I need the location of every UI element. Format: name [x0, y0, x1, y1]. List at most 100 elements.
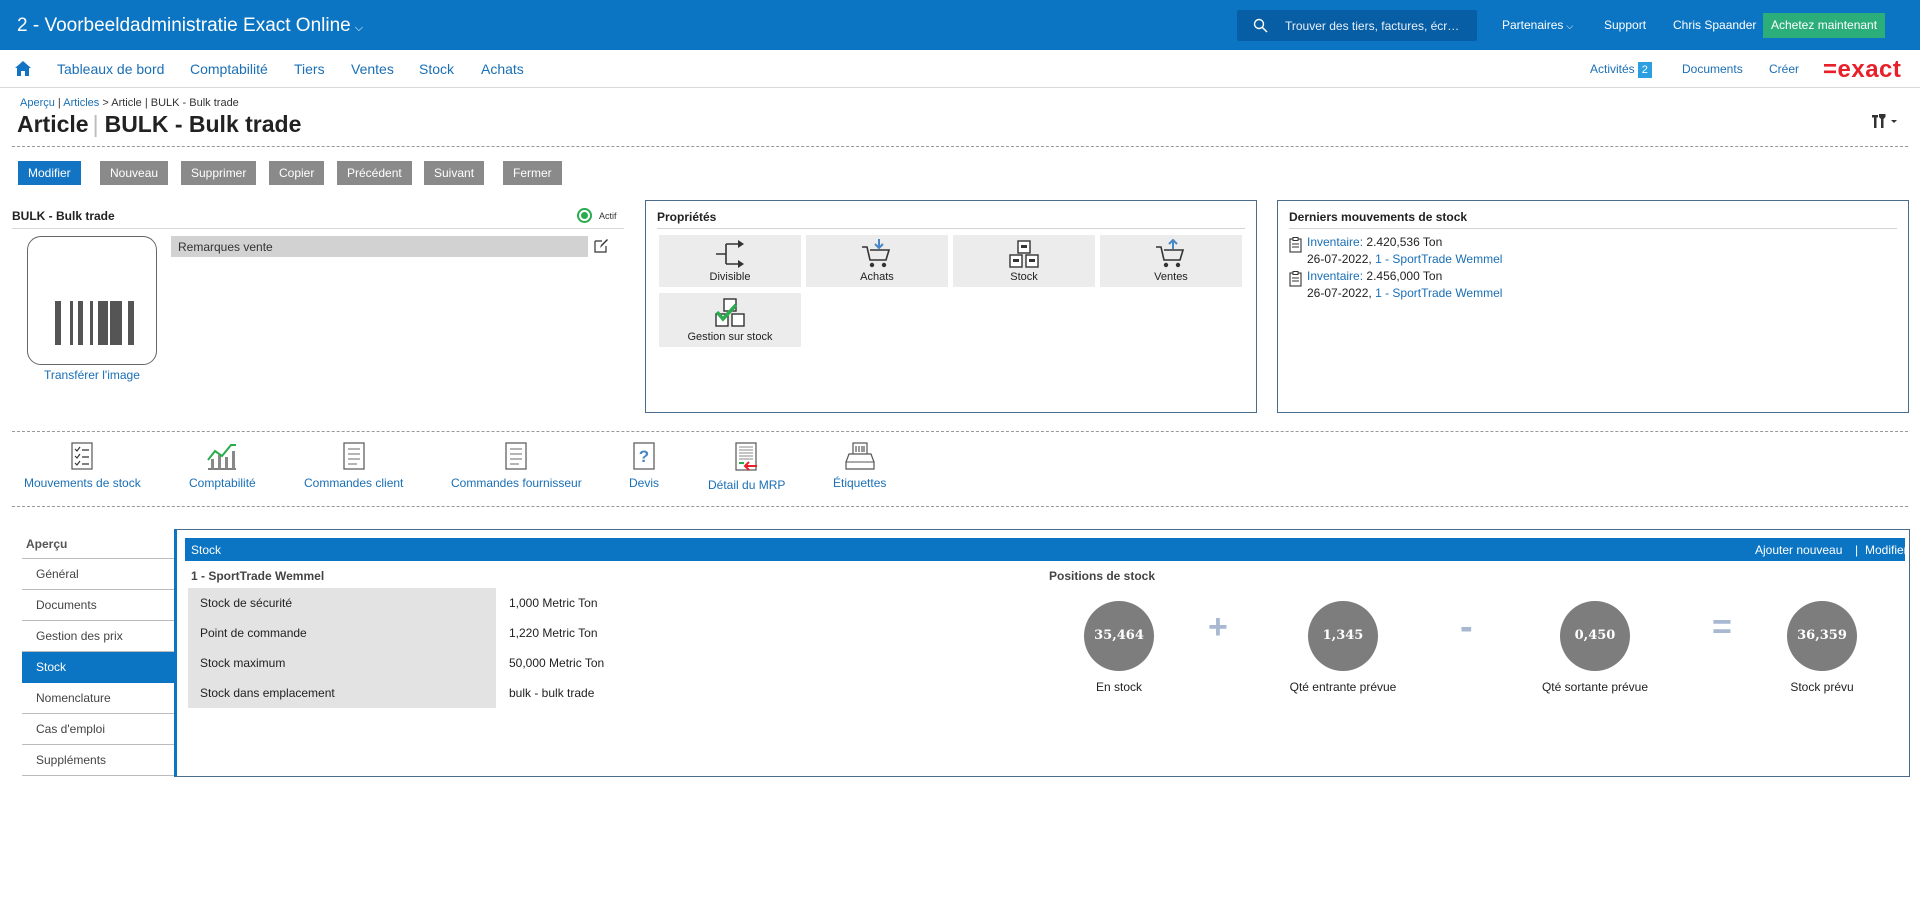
quicklink-purchase-orders[interactable]: Commandes fournisseur — [451, 442, 582, 490]
section-price-management[interactable]: Gestion des prix — [22, 621, 174, 652]
item-image[interactable] — [27, 236, 157, 365]
section-stock[interactable]: Stock — [22, 652, 174, 683]
edit-button[interactable]: Modifier — [18, 161, 81, 185]
property-sales[interactable]: Ventes — [1100, 235, 1242, 287]
printer-icon — [845, 442, 875, 470]
cart-out-icon — [1156, 239, 1185, 268]
boxes-icon — [1009, 240, 1039, 268]
quicklink-label: Comptabilité — [189, 476, 256, 490]
close-button[interactable]: Fermer — [503, 161, 562, 185]
previous-button[interactable]: Précédent — [337, 161, 412, 185]
checklist-icon — [71, 442, 93, 470]
movement-warehouse-link[interactable]: 1 - SportTrade Wemmel — [1375, 286, 1502, 300]
outgoing-circle: 0,450 — [1560, 601, 1630, 671]
edit-note-icon[interactable] — [593, 238, 609, 254]
status-label: Actif — [599, 211, 617, 221]
section-general[interactable]: Général — [22, 559, 174, 590]
property-stock-managed[interactable]: Gestion sur stock — [659, 293, 801, 347]
property-purchases[interactable]: Achats — [806, 235, 948, 287]
nav-accounting[interactable]: Comptabilité — [190, 61, 268, 77]
chart-trend-icon — [207, 444, 237, 470]
nav-dashboards[interactable]: Tableaux de bord — [57, 61, 164, 77]
quicklink-sales-orders[interactable]: Commandes client — [304, 442, 403, 490]
cart-in-icon — [862, 239, 891, 268]
movement-type-link[interactable]: Inventaire: — [1307, 269, 1363, 283]
property-stock[interactable]: Stock — [953, 235, 1095, 287]
quicklink-labels[interactable]: Étiquettes — [833, 442, 886, 490]
item-name: BULK - Bulk trade — [12, 209, 115, 223]
field-reorder-point-value: 1,220 Metric Ton — [509, 626, 598, 640]
breadcrumb-articles[interactable]: Articles — [63, 97, 99, 109]
administration-switcher[interactable]: 2 - Voorbeeldadministratie Exact Online ⌵ — [17, 15, 363, 37]
quicklink-quotes[interactable]: ? Devis — [629, 442, 659, 490]
movement-date: 26-07-2022, — [1307, 286, 1372, 300]
field-safety-stock-value: 1,000 Metric Ton — [509, 596, 598, 610]
property-label: Achats — [860, 271, 894, 283]
quicklink-stock-movements[interactable]: Mouvements de stock — [24, 442, 141, 490]
document-icon — [343, 442, 365, 470]
home-icon[interactable] — [14, 60, 32, 77]
in-stock-label: En stock — [1095, 680, 1143, 694]
page-title-prefix: Article — [17, 111, 89, 137]
nav-relations[interactable]: Tiers — [294, 61, 325, 77]
buy-now-button[interactable]: Achetez maintenant — [1763, 13, 1886, 38]
exact-logo: =exact — [1823, 56, 1902, 83]
nav-purchases[interactable]: Achats — [481, 61, 524, 77]
support-link[interactable]: Support — [1604, 18, 1646, 32]
add-new-button[interactable]: Ajouter nouveau — [1755, 543, 1842, 557]
clipboard-icon — [1289, 271, 1302, 287]
user-menu[interactable]: Chris Spaander — [1673, 18, 1756, 32]
field-location-link[interactable]: bulk - bulk trade — [509, 686, 594, 700]
quicklink-mrp-detail[interactable]: Détail du MRP — [708, 442, 785, 492]
partners-menu[interactable]: Partenaires ⌵ — [1502, 18, 1573, 32]
stock-check-icon — [715, 298, 745, 327]
question-document-icon: ? — [633, 442, 655, 470]
create-link[interactable]: Créer — [1769, 62, 1799, 76]
header-separator: | — [1855, 543, 1859, 557]
quicklink-label: Détail du MRP — [708, 478, 786, 492]
stock-panel: Stock Ajouter nouveau | Modifier 1 - Spo… — [174, 529, 1910, 777]
search-icon — [1253, 18, 1268, 33]
stock-edit-button[interactable]: Modifier — [1865, 543, 1908, 557]
stock-movements-panel: Derniers mouvements de stock Inventaire:… — [1277, 200, 1909, 413]
property-label: Gestion sur stock — [687, 331, 773, 343]
nav-sales[interactable]: Ventes — [351, 61, 394, 77]
section-where-used[interactable]: Cas d'emploi — [22, 714, 174, 745]
delete-button[interactable]: Supprimer — [181, 161, 257, 185]
stock-panel-header: Stock Ajouter nouveau | Modifier — [185, 538, 1908, 561]
quicklink-label: Commandes fournisseur — [451, 476, 582, 490]
section-bill-of-materials[interactable]: Nomenclature — [22, 683, 174, 714]
property-label: Ventes — [1154, 271, 1188, 283]
section-documents[interactable]: Documents — [22, 590, 174, 621]
activities-count-badge: 2 — [1637, 62, 1652, 78]
property-divisible[interactable]: Divisible — [659, 235, 801, 287]
breadcrumb-current: > Article | BULK - Bulk trade — [102, 97, 239, 109]
properties-panel: Propriétés Divisible Achats Stock Ventes… — [645, 200, 1257, 413]
quicklink-label: Commandes client — [304, 476, 404, 490]
movement-type-link[interactable]: Inventaire: — [1307, 235, 1363, 249]
copy-button[interactable]: Copier — [269, 161, 325, 185]
documents-link[interactable]: Documents — [1682, 62, 1743, 76]
activities-link[interactable]: Activités 2 — [1590, 62, 1652, 78]
clipboard-icon — [1289, 237, 1302, 253]
next-button[interactable]: Suivant — [424, 161, 485, 185]
main-nav: Tableaux de bord Comptabilité Tiers Vent… — [0, 50, 1920, 88]
global-search[interactable] — [1237, 10, 1477, 41]
search-input[interactable] — [1285, 17, 1470, 35]
property-label: Stock — [1010, 271, 1038, 283]
administration-title: 2 - Voorbeeldadministratie Exact Online — [17, 15, 351, 36]
divider — [657, 228, 1245, 229]
section-nav-header[interactable]: Aperçu — [22, 529, 174, 559]
new-button[interactable]: Nouveau — [100, 161, 169, 185]
section-extras[interactable]: Suppléments — [22, 745, 174, 776]
movement-warehouse-link[interactable]: 1 - SportTrade Wemmel — [1375, 252, 1502, 266]
tools-icon[interactable] — [1870, 112, 1900, 130]
sales-remarks-field[interactable]: Remarques vente — [171, 236, 588, 257]
equals-operator: = — [1712, 608, 1732, 646]
breadcrumb-overview[interactable]: Aperçu — [20, 97, 55, 109]
upload-image-link[interactable]: Transférer l'image — [44, 368, 140, 382]
movement-qty: 2.456,000 Ton — [1366, 269, 1443, 283]
nav-stock[interactable]: Stock — [419, 61, 454, 77]
quicklink-accounting[interactable]: Comptabilité — [189, 442, 256, 490]
field-max-stock-label: Stock maximum — [188, 648, 496, 678]
